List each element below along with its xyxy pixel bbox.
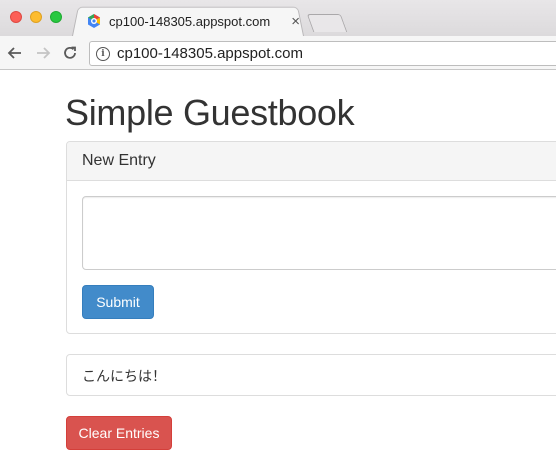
page-title: Simple Guestbook <box>65 92 355 133</box>
arrow-left-icon <box>7 47 21 59</box>
zoom-window-button[interactable] <box>50 11 62 23</box>
browser-tab-bar: cp100-148305.appspot.com × <box>0 0 556 36</box>
new-tab-button[interactable] <box>306 14 348 32</box>
guestbook-entry: こんにちは！ <box>66 354 556 396</box>
app-engine-favicon-icon <box>88 14 100 28</box>
arrow-right-icon <box>37 47 51 59</box>
entry-textarea[interactable] <box>82 196 556 270</box>
reload-button[interactable] <box>61 44 79 62</box>
browser-toolbar: i cp100-148305.appspot.com <box>0 36 556 70</box>
browser-tab-content[interactable]: cp100-148305.appspot.com × <box>86 8 300 34</box>
reload-icon <box>64 46 76 59</box>
address-bar[interactable]: i cp100-148305.appspot.com <box>89 41 556 66</box>
info-icon[interactable]: i <box>96 46 110 61</box>
new-entry-panel: New Entry Submit <box>66 141 556 334</box>
back-button[interactable] <box>6 44 24 62</box>
submit-button[interactable]: Submit <box>82 285 154 319</box>
address-bar-url: cp100-148305.appspot.com <box>117 45 303 62</box>
minimize-window-button[interactable] <box>30 11 42 23</box>
clear-entries-button[interactable]: Clear Entries <box>66 416 172 450</box>
browser-tab-title: cp100-148305.appspot.com <box>109 13 271 29</box>
close-window-button[interactable] <box>10 11 22 23</box>
tab-close-icon[interactable]: × <box>291 13 300 30</box>
forward-button[interactable] <box>34 44 52 62</box>
new-entry-heading: New Entry <box>67 142 556 181</box>
